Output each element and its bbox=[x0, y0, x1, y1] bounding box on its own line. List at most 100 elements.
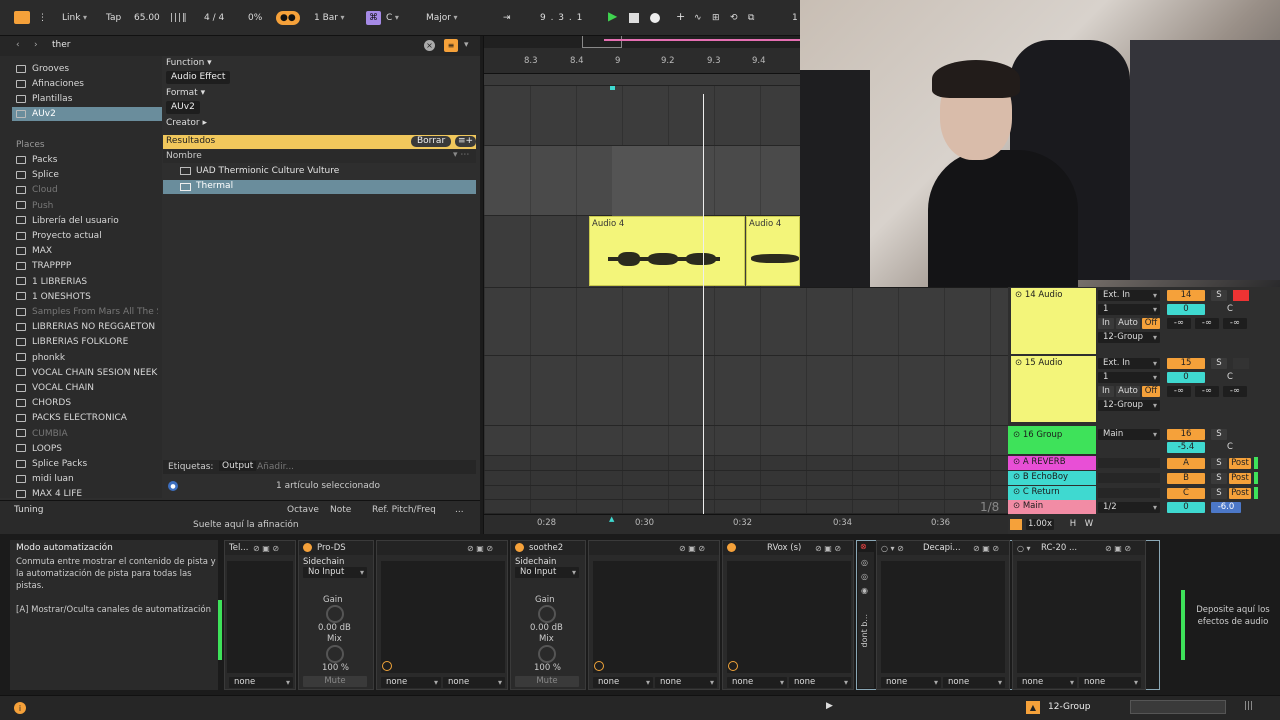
device-soothe2-rack[interactable]: soothe2 Sidechain No Input Gain 0.00 dB … bbox=[510, 540, 586, 690]
sidebar-place-item[interactable]: Librería del usuario bbox=[16, 214, 158, 228]
device-select[interactable]: none bbox=[381, 677, 441, 688]
device-controls-icon[interactable]: ○ ▾ bbox=[1017, 544, 1031, 553]
rack-power-icon[interactable]: ⊗ bbox=[860, 542, 872, 552]
group-solo-button[interactable]: S bbox=[1211, 429, 1227, 440]
device-controls-icon[interactable]: ⊘ ▣ ⊘ bbox=[679, 544, 705, 553]
overview-strip[interactable] bbox=[484, 36, 800, 48]
clear-search-icon[interactable]: × bbox=[424, 40, 435, 51]
track-lane[interactable] bbox=[484, 426, 1008, 456]
clear-results-button[interactable]: Borrar bbox=[411, 136, 452, 147]
track-header[interactable]: ⊙ 15 Audio bbox=[1011, 356, 1096, 422]
key-scale-select[interactable]: Major bbox=[426, 11, 484, 25]
monitor-in-button[interactable]: In bbox=[1098, 318, 1114, 329]
rack-chain-icon[interactable]: ◎ bbox=[861, 572, 868, 581]
sidebar-place-item[interactable]: Proyecto actual bbox=[16, 229, 158, 243]
monitor-off-button[interactable]: Off bbox=[1142, 386, 1160, 397]
sidebar-place-item[interactable]: Splice bbox=[16, 168, 158, 182]
filter-creator-label[interactable]: Creator ▸ bbox=[166, 117, 207, 130]
mix-knob[interactable] bbox=[326, 645, 344, 663]
plugin-edit-icon[interactable] bbox=[594, 661, 604, 671]
return-lane[interactable] bbox=[484, 456, 1008, 471]
device-controls-icon[interactable]: ⊘ ▣ ⊘ bbox=[973, 544, 999, 553]
solo-button[interactable]: S bbox=[1211, 358, 1227, 369]
rack-name[interactable]: dont b... bbox=[860, 614, 869, 647]
info-icon[interactable]: i bbox=[14, 702, 26, 714]
sidebar-place-item[interactable]: Cloud bbox=[16, 183, 158, 197]
send-b[interactable]: -∞ bbox=[1195, 386, 1219, 397]
plugin-edit-icon[interactable] bbox=[382, 661, 392, 671]
device-select[interactable]: none bbox=[881, 677, 941, 688]
sidebar-place-item[interactable]: CHORDS bbox=[16, 396, 158, 410]
gain-knob[interactable] bbox=[538, 605, 556, 623]
filter-format-label[interactable]: Format ▾ bbox=[166, 87, 205, 100]
send-c[interactable]: -∞ bbox=[1223, 318, 1247, 329]
sidebar-place-item[interactable]: phonkk bbox=[16, 351, 158, 365]
link-button[interactable]: Link bbox=[62, 11, 87, 25]
beat-ruler[interactable]: 8.3 8.4 9 9.2 9.3 9.4 bbox=[484, 48, 800, 74]
result-row-selected[interactable]: Thermal bbox=[163, 180, 476, 194]
quantize-select[interactable]: 1 Bar bbox=[314, 11, 345, 25]
main-output-select[interactable]: 1/2 bbox=[1098, 502, 1160, 513]
metronome-icon[interactable]: ⋮ bbox=[38, 11, 47, 25]
device-controls-icon[interactable]: ⊘ ▣ ⊘ bbox=[1105, 544, 1131, 553]
sidebar-item-auv2[interactable]: AUv2 bbox=[12, 107, 162, 121]
sidebar-place-item[interactable]: MAX 4 LIFE bbox=[16, 487, 158, 498]
tap-button[interactable]: Tap bbox=[106, 11, 121, 25]
save-search-icon[interactable]: ≡+ bbox=[455, 136, 477, 147]
return-output-slot[interactable] bbox=[1098, 473, 1160, 483]
play-selection-icon[interactable]: ▶ bbox=[826, 701, 833, 711]
input-type-select[interactable]: Ext. In bbox=[1098, 290, 1160, 301]
filter-icon[interactable]: ≡ bbox=[444, 39, 458, 52]
main-volume[interactable]: -6.0 bbox=[1211, 502, 1241, 513]
pan-field[interactable]: C bbox=[1222, 304, 1238, 315]
device-controls-icon[interactable]: ○ ▾ ⊘ bbox=[881, 544, 904, 553]
tag-add[interactable]: Añadir... bbox=[257, 462, 294, 472]
sidebar-place-item[interactable]: Push bbox=[16, 199, 158, 213]
preview-icon[interactable]: ● bbox=[168, 481, 178, 491]
device-rvox[interactable]: RVox (s) ⊘ ▣ ⊘ none none bbox=[722, 540, 854, 690]
app-icon[interactable] bbox=[14, 11, 30, 24]
volume-field[interactable]: 0 bbox=[1167, 304, 1205, 315]
return-output-slot[interactable] bbox=[1098, 458, 1160, 468]
tag-output[interactable]: Output bbox=[219, 461, 257, 471]
device-display[interactable] bbox=[381, 561, 505, 673]
track-lane[interactable] bbox=[484, 86, 800, 146]
sidebar-item-tunings[interactable]: Afinaciones bbox=[16, 77, 158, 91]
forward-icon[interactable]: › bbox=[34, 40, 38, 50]
sidechain-input-select[interactable]: No Input bbox=[303, 567, 367, 578]
device-display[interactable] bbox=[227, 561, 293, 673]
device-controls-icon[interactable]: ⊘ ▣ ⊘ bbox=[253, 544, 279, 553]
return-lane[interactable] bbox=[484, 471, 1008, 486]
send-c[interactable]: -∞ bbox=[1223, 386, 1247, 397]
input-channel-select[interactable]: 1 bbox=[1098, 304, 1160, 315]
audio-clip[interactable]: Audio 4 bbox=[746, 216, 800, 286]
monitor-auto-button[interactable]: Auto bbox=[1116, 318, 1140, 329]
tuning-more-button[interactable]: ... bbox=[455, 505, 464, 515]
mute-button[interactable]: Mute bbox=[303, 676, 367, 687]
group-track-header[interactable]: ⊙ 16 Group bbox=[1008, 426, 1096, 454]
device-controls-icon[interactable]: ⊘ ▣ ⊘ bbox=[467, 544, 493, 553]
device-select[interactable]: none bbox=[1079, 677, 1141, 688]
input-type-select[interactable]: Ext. In bbox=[1098, 358, 1160, 369]
return-post-button[interactable]: Post bbox=[1229, 458, 1251, 469]
device-soothe2[interactable]: ⊘ ▣ ⊘ none none bbox=[588, 540, 720, 690]
return-post-button[interactable]: Post bbox=[1229, 488, 1251, 499]
track-lane[interactable] bbox=[484, 288, 1008, 356]
column-options-icon[interactable]: ▾ ⋯ bbox=[453, 150, 469, 160]
sidebar-place-item[interactable]: VOCAL CHAIN SESION NEEK bbox=[16, 366, 158, 380]
output-select[interactable]: 12-Group bbox=[1098, 400, 1160, 411]
record-button[interactable] bbox=[650, 13, 660, 23]
sidebar-place-item[interactable]: 1 ONESHOTS bbox=[16, 290, 158, 304]
power-icon[interactable] bbox=[727, 543, 736, 552]
solo-button[interactable]: S bbox=[1211, 290, 1227, 301]
sidebar-place-item[interactable]: LIBRERIAS FOLKLORE bbox=[16, 335, 158, 349]
device-display[interactable] bbox=[593, 561, 717, 673]
play-button[interactable]: ▶ bbox=[608, 9, 617, 23]
sidebar-place-item[interactable]: midi luan bbox=[16, 472, 158, 486]
plugin-edit-icon[interactable] bbox=[728, 661, 738, 671]
device-display[interactable] bbox=[1017, 561, 1141, 673]
sidebar-place-item[interactable]: PACKS ELECTRONICA bbox=[16, 411, 158, 425]
arrangement-position-icon[interactable]: ⇥ bbox=[503, 11, 511, 25]
filter-format-value[interactable]: AUv2 bbox=[166, 101, 200, 114]
device-select[interactable]: none bbox=[443, 677, 505, 688]
